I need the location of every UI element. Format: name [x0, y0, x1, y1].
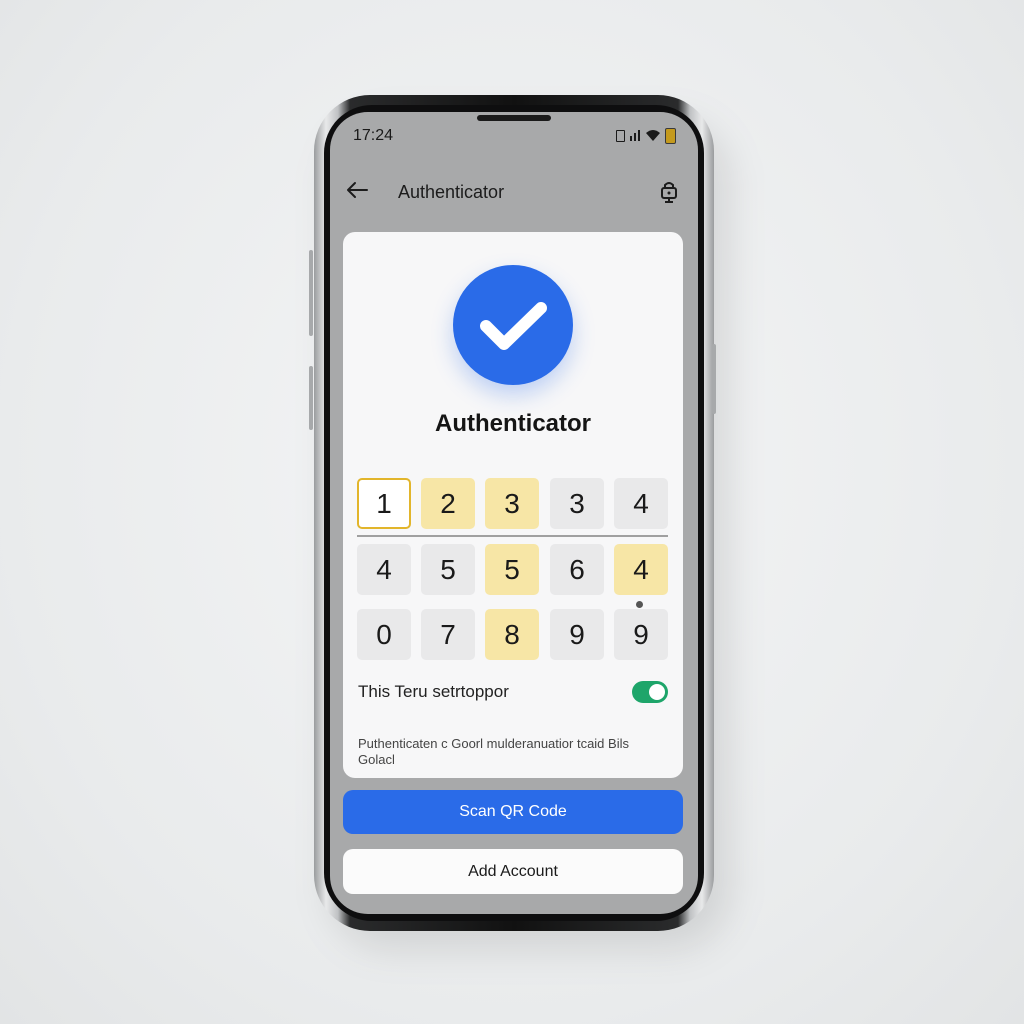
key[interactable]: 3: [485, 478, 539, 529]
key[interactable]: 8: [485, 609, 539, 660]
key[interactable]: 6: [550, 544, 604, 595]
keypad-divider: [357, 535, 668, 537]
key[interactable]: 0: [357, 609, 411, 660]
signal-icon: [629, 129, 641, 144]
description-text: Puthenticaten c Goorl mulderanuatior tca…: [358, 736, 629, 767]
status-bar: 17:24: [330, 112, 698, 152]
card-title: Authenticator: [435, 410, 591, 437]
key[interactable]: 5: [485, 544, 539, 595]
key[interactable]: 3: [550, 478, 604, 529]
key[interactable]: 1: [357, 478, 411, 529]
key[interactable]: 5: [421, 544, 475, 595]
app-bar-title: Authenticator: [398, 181, 505, 202]
key[interactable]: 9: [550, 609, 604, 660]
sim-icon: [616, 130, 625, 142]
toggle-row: This Teru setrtoppor: [358, 678, 668, 706]
indicator-dot: [636, 601, 643, 608]
key[interactable]: 4: [614, 478, 668, 529]
back-button[interactable]: [346, 178, 382, 206]
account-lock-icon: [661, 182, 677, 203]
side-button: [309, 366, 313, 430]
status-icons: [616, 128, 676, 144]
key[interactable]: 4: [614, 544, 668, 595]
toggle-switch[interactable]: [632, 681, 668, 703]
battery-icon: [665, 128, 676, 144]
phone-screen: 17:24 Authenticator Authenticator 1 2 3 …: [330, 112, 698, 914]
success-badge: [453, 265, 573, 385]
keypad: 1 2 3 3 4 4 5 5 6 4 0 7 8 9 9: [357, 478, 668, 660]
wifi-icon: [645, 129, 661, 144]
app-bar: Authenticator: [330, 172, 698, 212]
key[interactable]: 7: [421, 609, 475, 660]
volume-button: [309, 250, 313, 336]
arrow-left-icon: [347, 182, 368, 198]
scan-qr-button[interactable]: Scan QR Code: [343, 790, 683, 834]
key[interactable]: 4: [357, 544, 411, 595]
add-account-button[interactable]: Add Account: [343, 849, 683, 894]
toggle-label: This Teru setrtoppor: [358, 682, 509, 701]
power-button: [712, 344, 716, 414]
key[interactable]: 9: [614, 609, 668, 660]
authenticator-card: Authenticator 1 2 3 3 4 4 5 5 6 4 0 7 8 …: [343, 232, 683, 778]
account-lock-button[interactable]: [658, 180, 682, 204]
toggle-knob: [649, 684, 665, 700]
checkmark-icon: [480, 302, 547, 350]
status-time: 17:24: [353, 127, 394, 144]
key[interactable]: 2: [421, 478, 475, 529]
